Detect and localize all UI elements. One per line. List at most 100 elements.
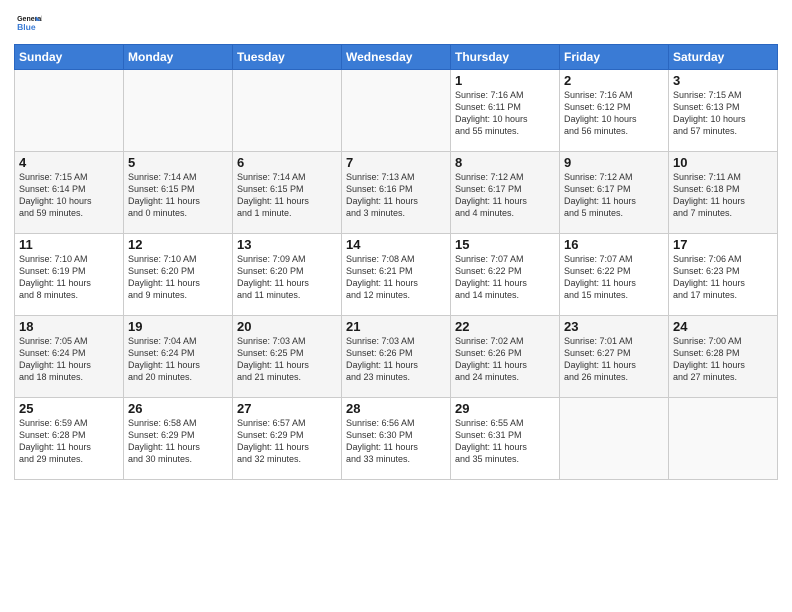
day-number: 6 xyxy=(237,155,337,170)
header-day-tuesday: Tuesday xyxy=(233,45,342,70)
calendar-cell: 19Sunrise: 7:04 AM Sunset: 6:24 PM Dayli… xyxy=(124,316,233,398)
day-info: Sunrise: 6:59 AM Sunset: 6:28 PM Dayligh… xyxy=(19,417,119,466)
day-number: 27 xyxy=(237,401,337,416)
calendar-cell: 20Sunrise: 7:03 AM Sunset: 6:25 PM Dayli… xyxy=(233,316,342,398)
day-info: Sunrise: 7:10 AM Sunset: 6:19 PM Dayligh… xyxy=(19,253,119,302)
day-number: 25 xyxy=(19,401,119,416)
calendar-cell: 14Sunrise: 7:08 AM Sunset: 6:21 PM Dayli… xyxy=(342,234,451,316)
calendar-cell: 12Sunrise: 7:10 AM Sunset: 6:20 PM Dayli… xyxy=(124,234,233,316)
day-info: Sunrise: 7:08 AM Sunset: 6:21 PM Dayligh… xyxy=(346,253,446,302)
day-info: Sunrise: 6:58 AM Sunset: 6:29 PM Dayligh… xyxy=(128,417,228,466)
day-info: Sunrise: 7:02 AM Sunset: 6:26 PM Dayligh… xyxy=(455,335,555,384)
header-day-saturday: Saturday xyxy=(669,45,778,70)
calendar-cell: 13Sunrise: 7:09 AM Sunset: 6:20 PM Dayli… xyxy=(233,234,342,316)
calendar-cell: 26Sunrise: 6:58 AM Sunset: 6:29 PM Dayli… xyxy=(124,398,233,480)
day-info: Sunrise: 7:15 AM Sunset: 6:13 PM Dayligh… xyxy=(673,89,773,138)
day-info: Sunrise: 7:07 AM Sunset: 6:22 PM Dayligh… xyxy=(455,253,555,302)
header-row: General Blue xyxy=(14,10,778,38)
day-number: 20 xyxy=(237,319,337,334)
day-number: 23 xyxy=(564,319,664,334)
calendar-cell: 28Sunrise: 6:56 AM Sunset: 6:30 PM Dayli… xyxy=(342,398,451,480)
day-number: 15 xyxy=(455,237,555,252)
calendar-cell xyxy=(233,70,342,152)
day-info: Sunrise: 7:03 AM Sunset: 6:26 PM Dayligh… xyxy=(346,335,446,384)
day-number: 8 xyxy=(455,155,555,170)
day-info: Sunrise: 7:14 AM Sunset: 6:15 PM Dayligh… xyxy=(128,171,228,220)
header-day-wednesday: Wednesday xyxy=(342,45,451,70)
day-number: 28 xyxy=(346,401,446,416)
day-info: Sunrise: 7:12 AM Sunset: 6:17 PM Dayligh… xyxy=(455,171,555,220)
calendar-cell: 29Sunrise: 6:55 AM Sunset: 6:31 PM Dayli… xyxy=(451,398,560,480)
day-info: Sunrise: 7:16 AM Sunset: 6:12 PM Dayligh… xyxy=(564,89,664,138)
week-row-4: 25Sunrise: 6:59 AM Sunset: 6:28 PM Dayli… xyxy=(15,398,778,480)
header-row-days: SundayMondayTuesdayWednesdayThursdayFrid… xyxy=(15,45,778,70)
calendar-cell: 21Sunrise: 7:03 AM Sunset: 6:26 PM Dayli… xyxy=(342,316,451,398)
calendar-cell: 18Sunrise: 7:05 AM Sunset: 6:24 PM Dayli… xyxy=(15,316,124,398)
day-number: 19 xyxy=(128,319,228,334)
day-info: Sunrise: 6:55 AM Sunset: 6:31 PM Dayligh… xyxy=(455,417,555,466)
calendar-cell: 10Sunrise: 7:11 AM Sunset: 6:18 PM Dayli… xyxy=(669,152,778,234)
calendar-cell: 27Sunrise: 6:57 AM Sunset: 6:29 PM Dayli… xyxy=(233,398,342,480)
day-info: Sunrise: 7:04 AM Sunset: 6:24 PM Dayligh… xyxy=(128,335,228,384)
day-number: 5 xyxy=(128,155,228,170)
day-info: Sunrise: 7:00 AM Sunset: 6:28 PM Dayligh… xyxy=(673,335,773,384)
header-day-monday: Monday xyxy=(124,45,233,70)
day-info: Sunrise: 7:05 AM Sunset: 6:24 PM Dayligh… xyxy=(19,335,119,384)
day-number: 12 xyxy=(128,237,228,252)
day-info: Sunrise: 7:16 AM Sunset: 6:11 PM Dayligh… xyxy=(455,89,555,138)
day-info: Sunrise: 7:01 AM Sunset: 6:27 PM Dayligh… xyxy=(564,335,664,384)
calendar-cell: 9Sunrise: 7:12 AM Sunset: 6:17 PM Daylig… xyxy=(560,152,669,234)
day-number: 4 xyxy=(19,155,119,170)
day-number: 18 xyxy=(19,319,119,334)
calendar-cell: 17Sunrise: 7:06 AM Sunset: 6:23 PM Dayli… xyxy=(669,234,778,316)
day-number: 17 xyxy=(673,237,773,252)
day-number: 11 xyxy=(19,237,119,252)
calendar-cell: 7Sunrise: 7:13 AM Sunset: 6:16 PM Daylig… xyxy=(342,152,451,234)
calendar-cell: 22Sunrise: 7:02 AM Sunset: 6:26 PM Dayli… xyxy=(451,316,560,398)
calendar-cell: 3Sunrise: 7:15 AM Sunset: 6:13 PM Daylig… xyxy=(669,70,778,152)
week-row-1: 4Sunrise: 7:15 AM Sunset: 6:14 PM Daylig… xyxy=(15,152,778,234)
day-info: Sunrise: 7:15 AM Sunset: 6:14 PM Dayligh… xyxy=(19,171,119,220)
week-row-2: 11Sunrise: 7:10 AM Sunset: 6:19 PM Dayli… xyxy=(15,234,778,316)
day-number: 14 xyxy=(346,237,446,252)
day-info: Sunrise: 7:07 AM Sunset: 6:22 PM Dayligh… xyxy=(564,253,664,302)
day-number: 16 xyxy=(564,237,664,252)
calendar-cell xyxy=(560,398,669,480)
day-number: 9 xyxy=(564,155,664,170)
calendar-cell: 1Sunrise: 7:16 AM Sunset: 6:11 PM Daylig… xyxy=(451,70,560,152)
calendar-cell: 11Sunrise: 7:10 AM Sunset: 6:19 PM Dayli… xyxy=(15,234,124,316)
day-info: Sunrise: 7:06 AM Sunset: 6:23 PM Dayligh… xyxy=(673,253,773,302)
header-day-friday: Friday xyxy=(560,45,669,70)
day-info: Sunrise: 7:10 AM Sunset: 6:20 PM Dayligh… xyxy=(128,253,228,302)
calendar-cell xyxy=(15,70,124,152)
day-info: Sunrise: 7:13 AM Sunset: 6:16 PM Dayligh… xyxy=(346,171,446,220)
calendar-cell: 25Sunrise: 6:59 AM Sunset: 6:28 PM Dayli… xyxy=(15,398,124,480)
calendar-cell xyxy=(342,70,451,152)
day-number: 7 xyxy=(346,155,446,170)
calendar-cell: 8Sunrise: 7:12 AM Sunset: 6:17 PM Daylig… xyxy=(451,152,560,234)
calendar-cell: 24Sunrise: 7:00 AM Sunset: 6:28 PM Dayli… xyxy=(669,316,778,398)
calendar-cell: 2Sunrise: 7:16 AM Sunset: 6:12 PM Daylig… xyxy=(560,70,669,152)
day-info: Sunrise: 7:03 AM Sunset: 6:25 PM Dayligh… xyxy=(237,335,337,384)
day-info: Sunrise: 7:12 AM Sunset: 6:17 PM Dayligh… xyxy=(564,171,664,220)
calendar-cell: 23Sunrise: 7:01 AM Sunset: 6:27 PM Dayli… xyxy=(560,316,669,398)
page-container: General Blue SundayMondayTuesdayWednesda… xyxy=(0,0,792,486)
calendar-cell xyxy=(669,398,778,480)
day-number: 21 xyxy=(346,319,446,334)
calendar-cell: 15Sunrise: 7:07 AM Sunset: 6:22 PM Dayli… xyxy=(451,234,560,316)
day-info: Sunrise: 6:56 AM Sunset: 6:30 PM Dayligh… xyxy=(346,417,446,466)
header-day-thursday: Thursday xyxy=(451,45,560,70)
calendar-cell: 6Sunrise: 7:14 AM Sunset: 6:15 PM Daylig… xyxy=(233,152,342,234)
week-row-0: 1Sunrise: 7:16 AM Sunset: 6:11 PM Daylig… xyxy=(15,70,778,152)
day-info: Sunrise: 7:09 AM Sunset: 6:20 PM Dayligh… xyxy=(237,253,337,302)
logo-icon: General Blue xyxy=(14,10,42,38)
day-info: Sunrise: 6:57 AM Sunset: 6:29 PM Dayligh… xyxy=(237,417,337,466)
day-info: Sunrise: 7:11 AM Sunset: 6:18 PM Dayligh… xyxy=(673,171,773,220)
day-number: 13 xyxy=(237,237,337,252)
calendar-cell: 16Sunrise: 7:07 AM Sunset: 6:22 PM Dayli… xyxy=(560,234,669,316)
week-row-3: 18Sunrise: 7:05 AM Sunset: 6:24 PM Dayli… xyxy=(15,316,778,398)
svg-text:Blue: Blue xyxy=(17,22,36,32)
day-number: 10 xyxy=(673,155,773,170)
calendar-cell xyxy=(124,70,233,152)
day-number: 1 xyxy=(455,73,555,88)
